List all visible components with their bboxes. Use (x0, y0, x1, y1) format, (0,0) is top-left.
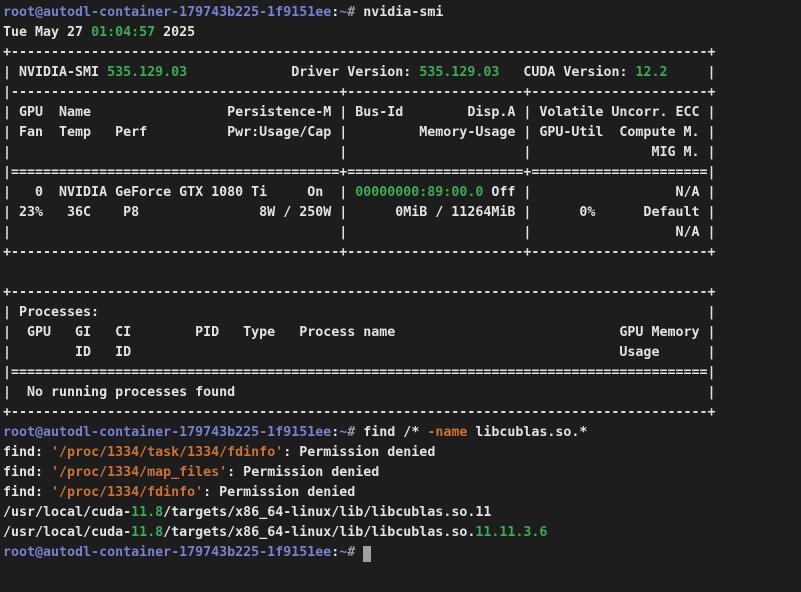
terminal-text-span: '/proc/1334/fdinfo' (51, 485, 203, 500)
terminal-text-span: find /* (363, 425, 427, 440)
terminal-text-span: 01:04:57 (91, 25, 155, 40)
terminal-text-span: 11.8 (131, 505, 163, 520)
terminal-text-span: # (347, 425, 363, 440)
terminal-text-span: /targets/x86_64-linux/lib/libcublas.so. (163, 525, 475, 540)
blank-line (3, 263, 801, 283)
terminal-text-span: Off | N/A | (483, 185, 715, 200)
terminal-text-span: nvidia-smi (363, 5, 443, 20)
proc-border-bottom: +---------------------------------------… (3, 403, 801, 423)
terminal-text-span: : Permission denied (203, 485, 355, 500)
terminal-text-span: 00000000:89:00.0 (355, 185, 483, 200)
smi-version-row: | NVIDIA-SMI 535.129.03 Driver Version: … (3, 63, 801, 83)
terminal-text-span: | | | N/A | (3, 225, 715, 240)
smi-header-row-2: | Fan Temp Perf Pwr:Usage/Cap | Memory-U… (3, 123, 801, 143)
terminal-text-span: : Permission denied (283, 445, 435, 460)
terminal-text-span: # (347, 545, 363, 560)
prompt-line-current: root@autodl-container-179743b225-1f9151e… (3, 543, 801, 563)
terminal-text-span: | 23% 36C P8 8W / 250W | 0MiB / 11264MiB… (3, 205, 715, 220)
terminal-text-span: | NVIDIA-SMI (3, 65, 107, 80)
terminal-text-span: +---------------------------------------… (3, 45, 715, 60)
terminal-text-span: +---------------------------------------… (3, 285, 715, 300)
terminal-text-span: | | | MIG M. | (3, 145, 715, 160)
smi-header-row-1: | GPU Name Persistence-M | Bus-Id Disp.A… (3, 103, 801, 123)
proc-header-row-1: | GPU GI CI PID Type Process name GPU Me… (3, 323, 801, 343)
find-result-1: /usr/local/cuda-11.8/targets/x86_64-linu… (3, 503, 801, 523)
proc-border-top: +---------------------------------------… (3, 283, 801, 303)
proc-header-row-2: | ID ID Usage | (3, 343, 801, 363)
terminal-text-span: find: (3, 445, 51, 460)
terminal-text-span: 12.2 (635, 65, 667, 80)
terminal-text-span: Tue May 27 (3, 25, 91, 40)
terminal-text-span: +---------------------------------------… (3, 245, 715, 260)
terminal-text-span: | No running processes found | (3, 385, 715, 400)
terminal-text-span: | Processes: | (3, 305, 715, 320)
terminal-text-span: 11.8 (131, 525, 163, 540)
terminal-text-span: libcublas.so.* (467, 425, 587, 440)
terminal-text-span: | GPU Name Persistence-M | Bus-Id Disp.A… (3, 105, 715, 120)
terminal-text-span: 535.129.03 (419, 65, 499, 80)
terminal-text-span: +---------------------------------------… (3, 405, 715, 420)
terminal-text-span: root@autodl-container-179743b225-1f9151e… (3, 5, 331, 20)
smi-separator-1: |---------------------------------------… (3, 83, 801, 103)
terminal-text-span: |=======================================… (3, 365, 715, 380)
terminal-text-span: root@autodl-container-179743b225-1f9151e… (3, 425, 331, 440)
gpu-row-3: | | | N/A | (3, 223, 801, 243)
smi-separator-2: |=======================================… (3, 163, 801, 183)
gpu-row-1: | 0 NVIDIA GeForce GTX 1080 Ti On | 0000… (3, 183, 801, 203)
terminal-text-span: | Fan Temp Perf Pwr:Usage/Cap | Memory-U… (3, 125, 715, 140)
terminal-text-span: root@autodl-container-179743b225-1f9151e… (3, 545, 331, 560)
terminal-text-span: '/proc/1334/map_files' (51, 465, 227, 480)
prompt-line-nvidia-smi: root@autodl-container-179743b225-1f9151e… (3, 3, 801, 23)
terminal-text-span: '/proc/1334/task/1334/fdinfo' (51, 445, 283, 460)
terminal-text-span: find: (3, 465, 51, 480)
find-result-2: /usr/local/cuda-11.8/targets/x86_64-linu… (3, 523, 801, 543)
terminal-text-span: 11.11.3.6 (475, 525, 547, 540)
proc-title-row: | Processes: | (3, 303, 801, 323)
terminal-text-span: 2025 (155, 25, 195, 40)
terminal-text-span: |=======================================… (3, 165, 715, 180)
terminal-text-span: -name (427, 425, 467, 440)
terminal-text-span: |---------------------------------------… (3, 85, 715, 100)
no-processes-row: | No running processes found | (3, 383, 801, 403)
smi-border-bottom: +---------------------------------------… (3, 243, 801, 263)
prompt-line-find: root@autodl-container-179743b225-1f9151e… (3, 423, 801, 443)
find-error-1: find: '/proc/1334/task/1334/fdinfo': Per… (3, 443, 801, 463)
terminal-text-span: : Permission denied (227, 465, 379, 480)
smi-border-top: +---------------------------------------… (3, 43, 801, 63)
terminal-text-span: find: (3, 485, 51, 500)
terminal-text-span: /usr/local/cuda- (3, 505, 131, 520)
terminal-text-span: | (668, 65, 716, 80)
gpu-row-2: | 23% 36C P8 8W / 250W | 0MiB / 11264MiB… (3, 203, 801, 223)
terminal-text-span: /targets/x86_64-linux/lib/libcublas.so.1… (163, 505, 491, 520)
date-line: Tue May 27 01:04:57 2025 (3, 23, 801, 43)
find-error-3: find: '/proc/1334/fdinfo': Permission de… (3, 483, 801, 503)
terminal-text-span: | ID ID Usage | (3, 345, 715, 360)
terminal-text-span: | GPU GI CI PID Type Process name GPU Me… (3, 325, 715, 340)
find-error-2: find: '/proc/1334/map_files': Permission… (3, 463, 801, 483)
terminal-text-span: | 0 NVIDIA GeForce GTX 1080 Ti On | (3, 185, 355, 200)
terminal-text-span: CUDA Version: (499, 65, 635, 80)
terminal-text-span: /usr/local/cuda- (3, 525, 131, 540)
terminal-screen[interactable]: root@autodl-container-179743b225-1f9151e… (0, 0, 801, 592)
terminal-text-span: # (347, 5, 363, 20)
terminal-cursor (363, 546, 371, 562)
terminal-text-span: 535.129.03 (107, 65, 187, 80)
smi-header-row-3: | | | MIG M. | (3, 143, 801, 163)
terminal-text-span: Driver Version: (187, 65, 419, 80)
proc-separator: |=======================================… (3, 363, 801, 383)
